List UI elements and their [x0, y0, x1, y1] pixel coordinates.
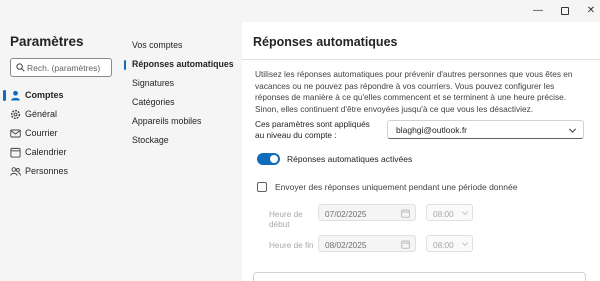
time-period-checkbox-label: Envoyer des réponses uniquement pendant …	[275, 182, 518, 192]
auto-replies-toggle[interactable]	[257, 153, 280, 165]
accounts-subnav-pane: Vos comptes Réponses automatiques Signat…	[121, 22, 242, 281]
account-dropdown-value: blaghgi@outlook.fr	[396, 125, 468, 135]
settings-sidebar: Paramètres Comptes Général	[0, 22, 121, 281]
title-divider	[242, 59, 600, 60]
account-scope-label: Ces paramètres sont appliqués au niveau …	[255, 119, 370, 140]
subnav-item-reponses-automatiques[interactable]: Réponses automatiques	[121, 55, 242, 74]
nav-item-comptes[interactable]: Comptes	[0, 86, 121, 105]
nav-item-label: Général	[25, 109, 58, 119]
reply-message-editor[interactable]	[253, 272, 586, 281]
settings-nav: Comptes Général Courrier Calendrier Pers…	[0, 86, 121, 181]
page-title: Réponses automatiques	[253, 35, 398, 49]
end-time-dropdown[interactable]: 08:00	[426, 235, 473, 252]
maximize-button[interactable]	[558, 4, 572, 18]
auto-replies-panel: Réponses automatiques Utilisez les répon…	[242, 22, 600, 281]
account-dropdown[interactable]: blaghgi@outlook.fr	[387, 120, 584, 139]
end-date-field[interactable]: 08/02/2025	[318, 235, 416, 252]
chevron-down-icon	[461, 211, 469, 216]
time-period-checkbox[interactable]	[257, 182, 267, 192]
subnav-item-vos-comptes[interactable]: Vos comptes	[121, 36, 242, 55]
chevron-down-icon	[461, 242, 469, 247]
auto-replies-description: Utilisez les réponses automatiques pour …	[255, 69, 573, 114]
chevron-down-icon	[568, 128, 577, 133]
subnav-item-categories[interactable]: Catégories	[121, 93, 242, 112]
nav-item-courrier[interactable]: Courrier	[0, 124, 121, 143]
search-icon	[16, 63, 25, 72]
people-icon	[10, 167, 21, 176]
mail-icon	[10, 129, 21, 138]
start-date-value: 07/02/2025	[325, 209, 367, 219]
settings-search-box[interactable]	[10, 58, 112, 77]
minimize-button[interactable]: —	[531, 4, 545, 18]
start-time-dropdown[interactable]: 08:00	[426, 204, 473, 221]
subnav-item-appareils-mobiles[interactable]: Appareils mobiles	[121, 112, 242, 131]
maximize-icon	[561, 7, 569, 15]
auto-replies-toggle-label: Réponses automatiques activées	[287, 154, 413, 164]
nav-item-general[interactable]: Général	[0, 105, 121, 124]
accounts-subnav: Vos comptes Réponses automatiques Signat…	[121, 36, 242, 150]
nav-item-label: Calendrier	[25, 147, 67, 157]
start-date-field[interactable]: 07/02/2025	[318, 204, 416, 221]
start-time-value: 08:00	[433, 209, 454, 219]
end-time-label: Heure de fin	[269, 241, 314, 250]
calendar-icon	[401, 240, 410, 249]
settings-title: Paramètres	[10, 34, 84, 49]
close-button[interactable]: ✕	[584, 4, 598, 18]
settings-search-input[interactable]	[27, 61, 109, 74]
toggle-knob	[270, 155, 278, 163]
person-icon	[11, 90, 20, 101]
end-date-value: 08/02/2025	[325, 240, 367, 250]
calendar-icon	[401, 209, 410, 218]
nav-item-personnes[interactable]: Personnes	[0, 162, 121, 181]
nav-item-calendrier[interactable]: Calendrier	[0, 143, 121, 162]
start-time-label: Heure de début	[269, 210, 303, 229]
end-time-value: 08:00	[433, 240, 454, 250]
gear-icon	[10, 109, 21, 120]
nav-item-label: Courrier	[25, 128, 58, 138]
calendar-icon	[10, 147, 21, 158]
subnav-item-signatures[interactable]: Signatures	[121, 74, 242, 93]
nav-item-label: Personnes	[25, 166, 69, 176]
title-bar: — ✕	[0, 0, 600, 22]
subnav-item-stockage[interactable]: Stockage	[121, 131, 242, 150]
nav-item-label: Comptes	[25, 90, 64, 100]
